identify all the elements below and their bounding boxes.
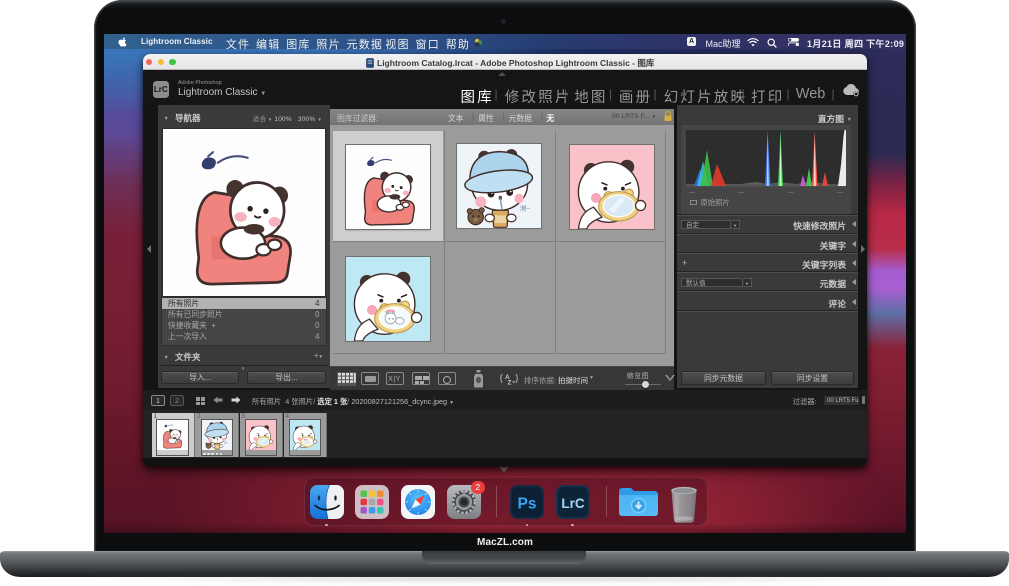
svg-text:LrC: LrC (561, 496, 585, 511)
svg-text:Z: Z (508, 380, 512, 387)
svg-text:Ps: Ps (517, 495, 536, 512)
